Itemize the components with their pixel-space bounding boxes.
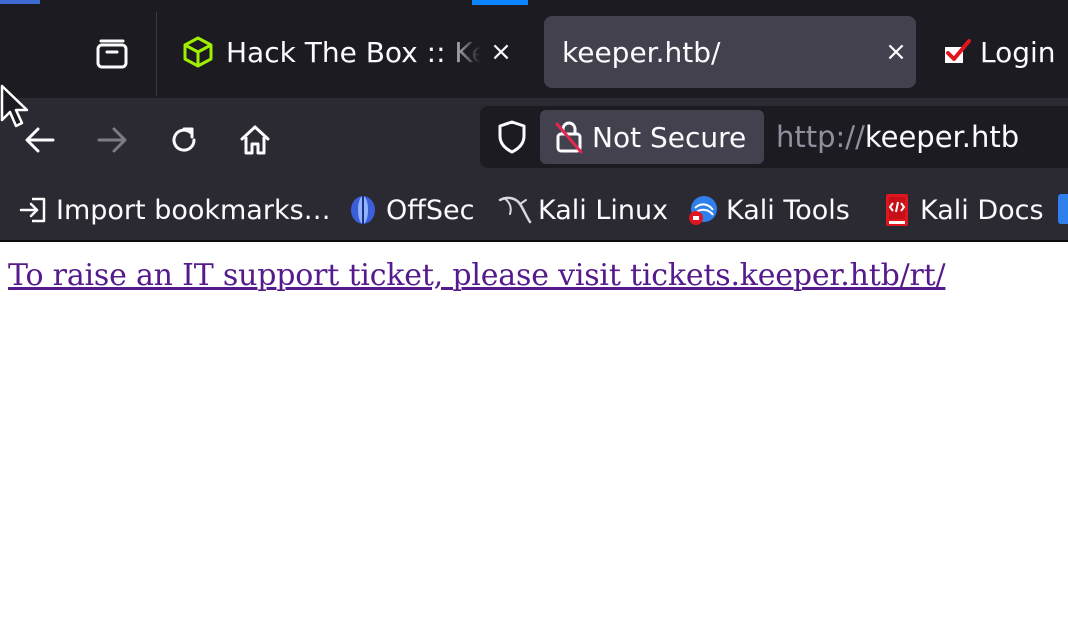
forward-button[interactable]: [86, 114, 138, 166]
arrow-left-icon: [25, 127, 55, 153]
reload-button[interactable]: [158, 114, 210, 166]
navigation-toolbar: Not Secure http://keeper.htb: [0, 98, 1068, 180]
reload-icon: [172, 127, 196, 152]
tab-strip: Hack The Box :: Keeper × keeper.htb/ × L…: [0, 8, 1068, 98]
top-accent-left: [0, 0, 40, 4]
window-top-edge: [0, 0, 1068, 8]
url-host: keeper.htb: [864, 120, 1020, 154]
top-accent-indicator: [472, 0, 528, 5]
htb-cube-icon: [178, 36, 218, 68]
insecure-lock-icon: [546, 120, 592, 154]
bookmark-label: Kali Tools: [726, 194, 850, 226]
bookmark-label: Import bookmarks…: [56, 194, 331, 226]
tab-close-icon[interactable]: ×: [481, 37, 521, 67]
tracking-protection-button[interactable]: [490, 114, 534, 160]
tab-overview-button[interactable]: [80, 28, 144, 80]
bookmarks-toolbar: Import bookmarks… OffSec Kali Linux Kali…: [0, 180, 1068, 242]
tab-title: Hack The Box :: Keeper: [226, 35, 481, 69]
shield-icon: [498, 120, 526, 154]
rt-check-icon: [942, 37, 972, 67]
bookmark-label: Kali Linux: [538, 194, 669, 226]
tab-separator: [156, 12, 157, 96]
ticket-link[interactable]: To raise an IT support ticket, please vi…: [8, 258, 946, 293]
bookmark-label: Kali Docs: [920, 194, 1044, 226]
import-icon: [16, 196, 50, 224]
url-scheme: http://: [776, 120, 865, 154]
page-content: To raise an IT support ticket, please vi…: [0, 242, 1068, 622]
tab-overview-icon: [96, 39, 128, 69]
tab-keeper-htb[interactable]: keeper.htb/ ×: [544, 16, 916, 88]
tab-title: keeper.htb/: [562, 35, 721, 69]
kali-tools-icon: [686, 194, 720, 226]
url-bar[interactable]: Not Secure http://keeper.htb: [480, 106, 1068, 168]
bookmark-offsec[interactable]: OffSec: [346, 190, 474, 230]
tab-title: Login: [980, 35, 1056, 69]
site-security-indicator[interactable]: Not Secure: [540, 110, 764, 164]
home-icon: [240, 125, 270, 155]
bookmark-kali-tools[interactable]: Kali Tools: [686, 190, 850, 230]
arrow-right-icon: [97, 127, 127, 153]
tab-close-icon[interactable]: ×: [876, 37, 916, 67]
kali-docs-icon: [880, 193, 914, 227]
tab-hack-the-box[interactable]: Hack The Box :: Keeper ×: [170, 16, 530, 88]
home-button[interactable]: [229, 114, 281, 166]
bookmark-overflow-icon[interactable]: [1058, 194, 1068, 224]
offsec-icon: [346, 194, 380, 226]
security-label: Not Secure: [592, 120, 747, 154]
bookmark-kali-docs[interactable]: Kali Docs: [880, 190, 1044, 230]
bookmark-import[interactable]: Import bookmarks…: [16, 190, 331, 230]
tab-login[interactable]: Login: [938, 16, 1068, 88]
kali-dragon-icon: [498, 194, 532, 226]
bookmark-kali-linux[interactable]: Kali Linux: [498, 190, 668, 230]
bookmark-label: OffSec: [386, 194, 475, 226]
url-text[interactable]: http://keeper.htb: [776, 106, 1019, 168]
mouse-cursor-icon: [0, 84, 29, 128]
